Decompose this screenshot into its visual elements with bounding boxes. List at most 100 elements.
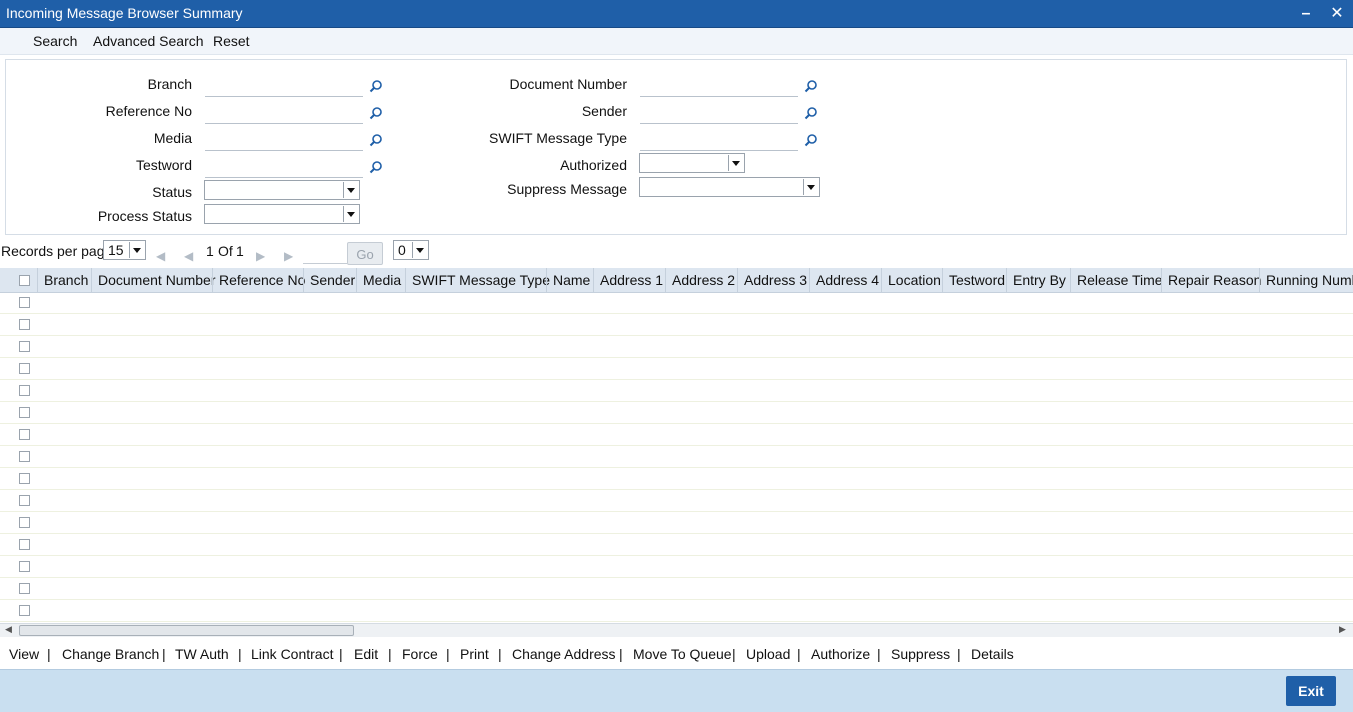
scroll-right-icon[interactable]: ▶ bbox=[1339, 624, 1346, 635]
process-status-select[interactable] bbox=[204, 204, 360, 224]
row-checkbox[interactable] bbox=[19, 583, 30, 594]
magnifier-icon[interactable] bbox=[369, 79, 383, 93]
column-header[interactable]: Media bbox=[356, 268, 401, 292]
status-select[interactable] bbox=[204, 180, 360, 200]
table-row[interactable] bbox=[0, 380, 1353, 402]
magnifier-icon[interactable] bbox=[804, 106, 818, 120]
table-row[interactable] bbox=[0, 424, 1353, 446]
next-page-icon[interactable]: ▶ bbox=[256, 249, 265, 263]
row-checkbox[interactable] bbox=[19, 451, 30, 462]
action-details[interactable]: Details bbox=[971, 646, 1014, 662]
column-header[interactable]: Address 2 bbox=[665, 268, 735, 292]
testword-field[interactable] bbox=[205, 157, 363, 178]
row-checkbox[interactable] bbox=[19, 517, 30, 528]
go-button[interactable]: Go bbox=[347, 242, 383, 265]
reset-menu[interactable]: Reset bbox=[213, 33, 250, 49]
column-header[interactable]: Name bbox=[546, 268, 590, 292]
column-header[interactable]: Release Time bbox=[1070, 268, 1163, 292]
action-change-address[interactable]: Change Address bbox=[512, 646, 616, 662]
action-link-contract[interactable]: Link Contract bbox=[251, 646, 333, 662]
column-header[interactable]: Location bbox=[881, 268, 941, 292]
magnifier-icon[interactable] bbox=[369, 160, 383, 174]
column-header[interactable]: SWIFT Message Type bbox=[405, 268, 550, 292]
table-row[interactable] bbox=[0, 512, 1353, 534]
suppress-message-select[interactable] bbox=[639, 177, 820, 197]
action-authorize[interactable]: Authorize bbox=[811, 646, 870, 662]
action-move-to-queue[interactable]: Move To Queue bbox=[633, 646, 732, 662]
table-row[interactable] bbox=[0, 534, 1353, 556]
column-header[interactable]: Sender bbox=[303, 268, 355, 292]
horizontal-scrollbar[interactable]: ◀ ▶ bbox=[0, 623, 1353, 637]
row-checkbox[interactable] bbox=[19, 319, 30, 330]
column-header[interactable]: Entry By bbox=[1006, 268, 1066, 292]
minimize-icon[interactable]: – bbox=[1296, 4, 1316, 24]
action-upload[interactable]: Upload bbox=[746, 646, 790, 662]
action-print[interactable]: Print bbox=[460, 646, 489, 662]
exit-button[interactable]: Exit bbox=[1286, 676, 1336, 706]
scrollbar-thumb[interactable] bbox=[19, 625, 354, 636]
row-checkbox[interactable] bbox=[19, 363, 30, 374]
column-header[interactable]: Address 4 bbox=[809, 268, 879, 292]
table-row[interactable] bbox=[0, 578, 1353, 600]
table-row[interactable] bbox=[0, 358, 1353, 380]
row-checkbox[interactable] bbox=[19, 429, 30, 440]
column-header[interactable]: Address 3 bbox=[737, 268, 807, 292]
row-checkbox[interactable] bbox=[19, 495, 30, 506]
magnifier-icon[interactable] bbox=[369, 106, 383, 120]
action-change-branch[interactable]: Change Branch bbox=[62, 646, 159, 662]
table-row[interactable] bbox=[0, 556, 1353, 578]
table-row[interactable] bbox=[0, 468, 1353, 490]
column-header[interactable]: Repair Reason bbox=[1161, 268, 1261, 292]
magnifier-icon[interactable] bbox=[804, 133, 818, 147]
action-edit[interactable]: Edit bbox=[354, 646, 378, 662]
row-checkbox[interactable] bbox=[19, 297, 30, 308]
records-per-page-label: Records per page bbox=[1, 243, 113, 259]
media-field[interactable] bbox=[205, 130, 363, 151]
advanced-search-menu[interactable]: Advanced Search bbox=[93, 33, 204, 49]
grid-header: Branch Document Number Reference No Sender M… bbox=[0, 268, 1353, 293]
goto-page-input[interactable] bbox=[303, 245, 347, 264]
search-menu[interactable]: Search bbox=[33, 33, 77, 49]
row-checkbox[interactable] bbox=[19, 539, 30, 550]
action-tw-auth[interactable]: TW Auth bbox=[175, 646, 229, 662]
document-number-field[interactable] bbox=[640, 76, 798, 97]
table-row[interactable] bbox=[0, 314, 1353, 336]
column-header[interactable]: Reference No bbox=[212, 268, 305, 292]
select-all-checkbox[interactable] bbox=[19, 275, 30, 286]
row-checkbox[interactable] bbox=[19, 473, 30, 484]
branch-field[interactable] bbox=[205, 76, 363, 97]
column-header[interactable]: Address 1 bbox=[593, 268, 663, 292]
close-icon[interactable]: ✕ bbox=[1327, 4, 1347, 24]
records-per-page-select[interactable]: 15 bbox=[103, 240, 146, 260]
row-checkbox[interactable] bbox=[19, 385, 30, 396]
column-header[interactable]: Branch bbox=[37, 268, 88, 292]
first-page-icon[interactable]: ◀​ bbox=[156, 249, 165, 263]
action-force[interactable]: Force bbox=[402, 646, 438, 662]
column-header[interactable]: Testword bbox=[942, 268, 1005, 292]
reference-no-field[interactable] bbox=[205, 103, 363, 124]
scroll-left-icon[interactable]: ◀ bbox=[5, 624, 12, 635]
table-row[interactable] bbox=[0, 446, 1353, 468]
table-row[interactable] bbox=[0, 600, 1353, 622]
sender-field[interactable] bbox=[640, 103, 798, 124]
extra-select[interactable]: 0 bbox=[393, 240, 429, 260]
previous-page-icon[interactable]: ◀ bbox=[184, 249, 193, 263]
column-header[interactable]: Running Number bbox=[1259, 268, 1353, 292]
authorized-select[interactable] bbox=[639, 153, 745, 173]
column-header[interactable]: Document Number bbox=[91, 268, 216, 292]
row-checkbox[interactable] bbox=[19, 341, 30, 352]
row-checkbox[interactable] bbox=[19, 407, 30, 418]
table-row[interactable] bbox=[0, 292, 1353, 314]
row-checkbox[interactable] bbox=[19, 605, 30, 616]
swift-message-type-label: SWIFT Message Type bbox=[489, 130, 627, 146]
table-row[interactable] bbox=[0, 490, 1353, 512]
last-page-icon[interactable]: ▶ bbox=[284, 249, 293, 263]
magnifier-icon[interactable] bbox=[804, 79, 818, 93]
magnifier-icon[interactable] bbox=[369, 133, 383, 147]
table-row[interactable] bbox=[0, 336, 1353, 358]
table-row[interactable] bbox=[0, 402, 1353, 424]
swift-message-type-field[interactable] bbox=[640, 130, 798, 151]
row-checkbox[interactable] bbox=[19, 561, 30, 572]
action-suppress[interactable]: Suppress bbox=[891, 646, 950, 662]
action-view[interactable]: View bbox=[9, 646, 39, 662]
